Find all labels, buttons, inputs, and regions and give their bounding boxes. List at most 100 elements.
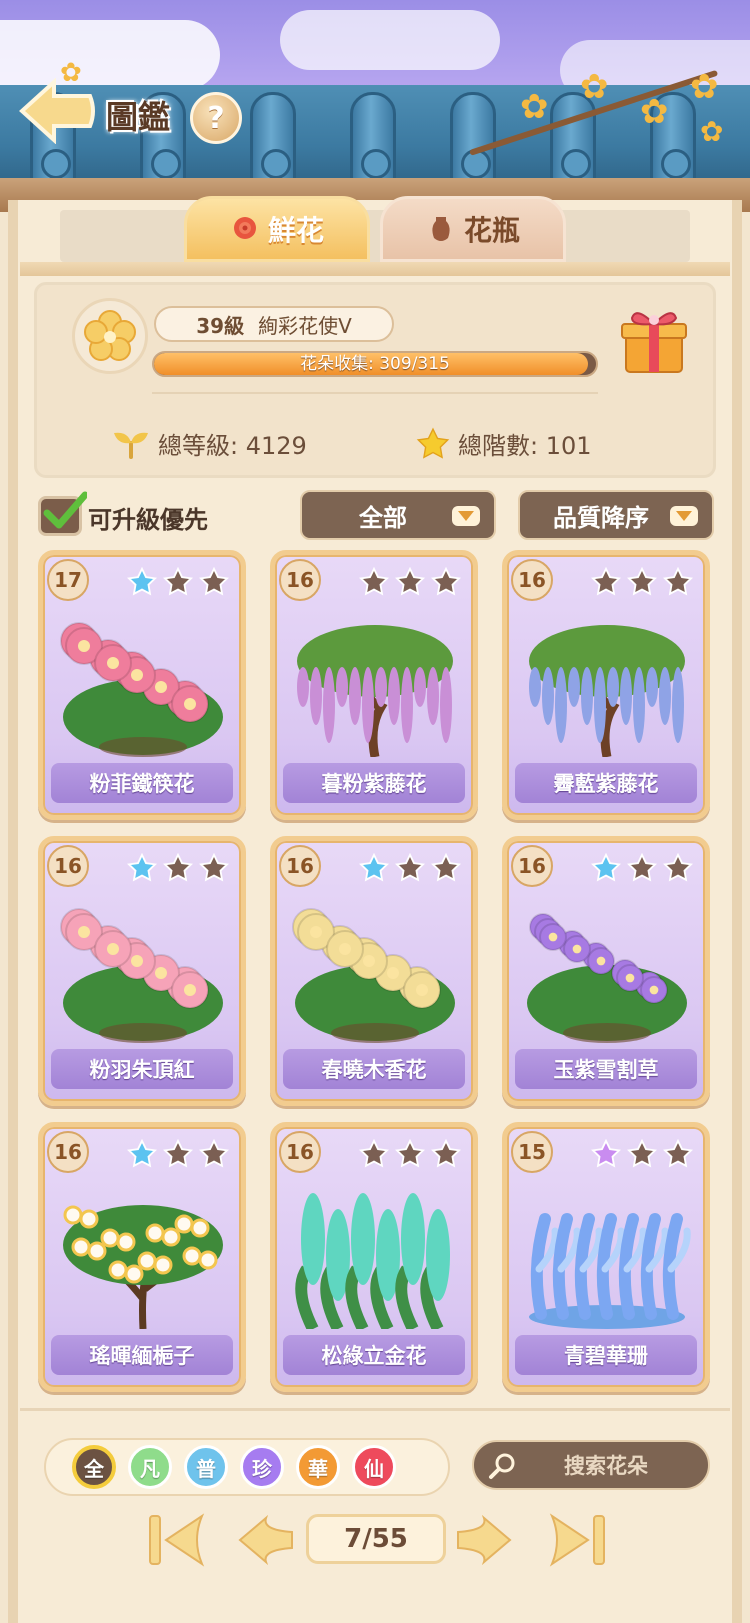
flower-illustration <box>60 622 223 757</box>
star-empty-icon <box>663 853 693 882</box>
star-rating <box>591 567 693 597</box>
star-rating <box>359 853 461 883</box>
last-page-button[interactable] <box>548 1512 608 1568</box>
tab-vase[interactable]: 花瓶 <box>380 196 566 262</box>
tab-bar <box>60 210 690 262</box>
flower-card[interactable]: 17 粉菲鐵筷花 <box>38 550 246 820</box>
flower-name: 玉紫雪割草 <box>515 1049 697 1089</box>
star-empty-icon <box>431 853 461 882</box>
star-empty-icon <box>431 1139 461 1168</box>
tab-fresh-flowers[interactable]: 鮮花 <box>184 196 370 262</box>
flower-level: 16 <box>47 845 89 887</box>
rarity-filter-6[interactable]: 仙 <box>352 1445 396 1489</box>
flower-card[interactable]: 15 青碧華珊 <box>502 1122 710 1392</box>
total-stars-label: 總階數: 101 <box>458 432 592 460</box>
rarity-filter-1[interactable]: 全 <box>72 1445 116 1489</box>
category-dropdown[interactable]: 全部 <box>300 490 496 540</box>
tab-vase-label: 花瓶 <box>463 214 520 247</box>
roof-tile <box>250 92 296 188</box>
flower-card[interactable]: 16 春曉木香花 <box>270 836 478 1106</box>
star-empty-icon <box>163 567 193 596</box>
star-filled-icon <box>127 853 157 882</box>
cloud <box>280 10 500 70</box>
category-value: 全部 <box>359 503 407 532</box>
upgrade-first-label: 可升級優先 <box>88 506 208 534</box>
sort-value: 品質降序 <box>553 503 649 532</box>
back-arrow-icon <box>19 77 95 145</box>
blossom-icon: ✿ <box>700 115 724 148</box>
level-pill: 39級 絢彩花使Ⅴ <box>154 306 394 342</box>
total-level-stat: 總等級: 4129 <box>112 426 307 461</box>
flower-level: 16 <box>279 559 321 601</box>
last-page-icon <box>549 1513 605 1567</box>
search-input[interactable]: 搜索花朵 <box>472 1440 710 1490</box>
flower-level: 16 <box>511 845 553 887</box>
reward-gift-button[interactable] <box>618 304 690 376</box>
search-placeholder: 搜索花朵 <box>564 1454 648 1478</box>
previous-page-icon <box>238 1514 293 1566</box>
rarity-filter-5[interactable]: 華 <box>296 1445 340 1489</box>
gift-icon <box>621 312 687 373</box>
star-empty-icon <box>163 853 193 882</box>
roof-tile <box>350 92 396 188</box>
star-empty-icon <box>395 853 425 882</box>
flower-card[interactable]: 16 玉紫雪割草 <box>502 836 710 1106</box>
rarity-filter-2[interactable]: 凡 <box>128 1445 172 1489</box>
total-stars-stat: 總階數: 101 <box>416 426 592 461</box>
flower-card[interactable]: 16 霽藍紫藤花 <box>502 550 710 820</box>
star-empty-icon <box>591 567 621 596</box>
flower-name: 瑤暉緬梔子 <box>51 1335 233 1375</box>
star-rating <box>127 567 229 597</box>
blossom-icon: ✿ <box>640 92 669 132</box>
rarity-filter-3[interactable]: 普 <box>184 1445 228 1489</box>
flower-level: 16 <box>47 1131 89 1173</box>
chevron-down-icon <box>670 506 698 526</box>
blossom-icon: ✿ <box>580 67 609 107</box>
tab-fresh-label: 鮮花 <box>267 214 324 247</box>
collection-progress-label: 花朵收集: 309/315 <box>300 354 450 374</box>
player-level: 39級 <box>196 313 245 338</box>
flower-illustration <box>529 625 685 757</box>
first-page-button[interactable] <box>146 1512 206 1568</box>
star-empty-icon <box>359 567 389 596</box>
star-empty-icon <box>663 1139 693 1168</box>
star-empty-icon <box>395 1139 425 1168</box>
star-icon <box>416 427 450 459</box>
flower-illustration <box>527 913 687 1043</box>
flower-level: 15 <box>511 1131 553 1173</box>
flower-level: 16 <box>279 1131 321 1173</box>
checkmark-icon <box>43 491 87 529</box>
star-empty-icon <box>395 567 425 596</box>
flower-card[interactable]: 16 暮粉紫藤花 <box>270 550 478 820</box>
star-rating <box>127 853 229 883</box>
flower-card[interactable]: 16 瑤暉緬梔子 <box>38 1122 246 1392</box>
rarity-filter-4[interactable]: 珍 <box>240 1445 284 1489</box>
star-filled-icon <box>591 853 621 882</box>
flower-level: 16 <box>511 559 553 601</box>
flower-illustration <box>297 625 453 757</box>
next-page-button[interactable] <box>454 1512 514 1568</box>
next-page-icon <box>457 1514 512 1566</box>
previous-page-button[interactable] <box>236 1512 296 1568</box>
flower-card[interactable]: 16 粉羽朱頂紅 <box>38 836 246 1106</box>
player-rank: 絢彩花使Ⅴ <box>258 313 352 338</box>
chevron-down-icon <box>452 506 480 526</box>
flower-name: 霽藍紫藤花 <box>515 763 697 803</box>
star-rating <box>359 567 461 597</box>
flower-illustration <box>63 1205 223 1329</box>
bottom-divider <box>20 1408 730 1411</box>
star-filled-icon <box>591 1139 621 1168</box>
help-button[interactable]: ? <box>190 92 242 144</box>
back-button[interactable] <box>18 77 96 145</box>
star-empty-icon <box>663 567 693 596</box>
first-page-icon <box>149 1513 205 1567</box>
sort-dropdown[interactable]: 品質降序 <box>518 490 714 540</box>
star-empty-icon <box>627 853 657 882</box>
roof-tile <box>450 92 496 188</box>
flower-card[interactable]: 16 松綠立金花 <box>270 1122 478 1392</box>
upgrade-first-checkbox[interactable] <box>38 491 87 536</box>
star-empty-icon <box>163 1139 193 1168</box>
star-rating <box>591 1139 693 1169</box>
star-rating <box>591 853 693 883</box>
profile-divider <box>152 392 598 394</box>
